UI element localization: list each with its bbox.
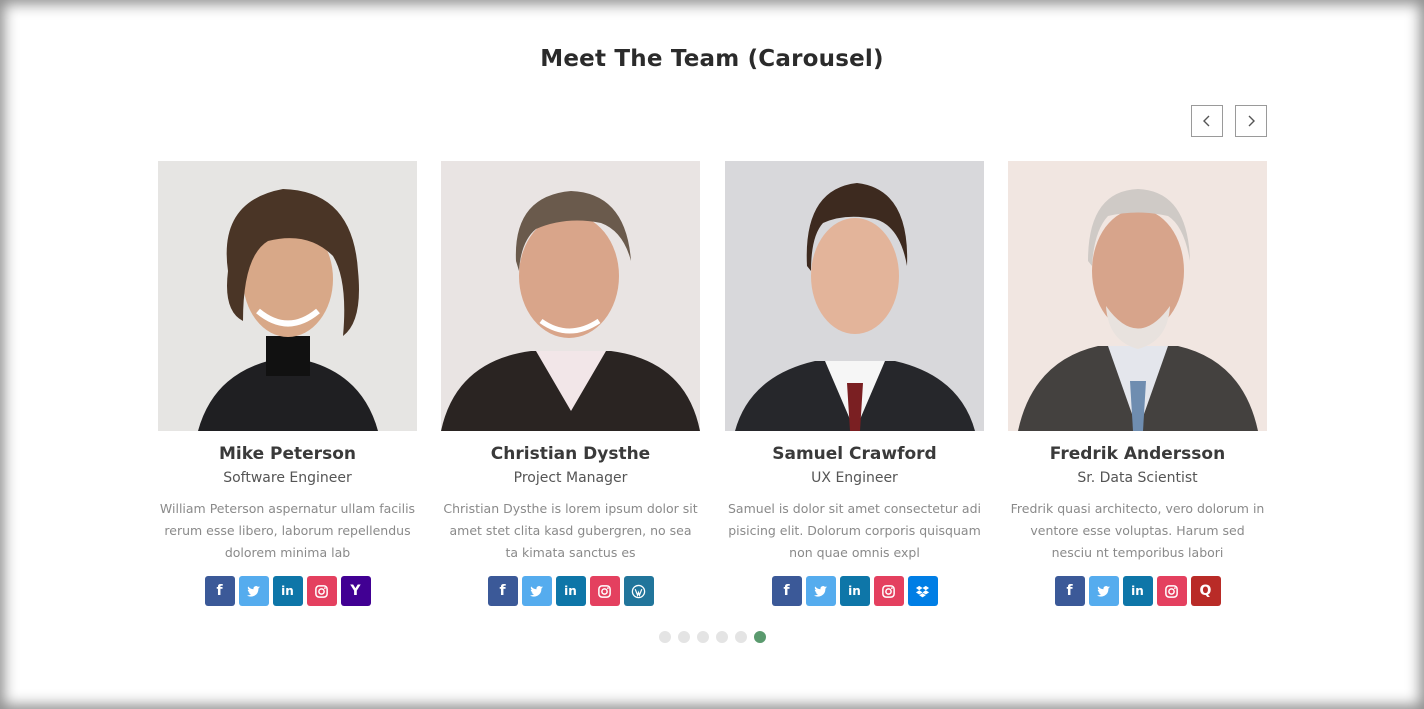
twitter-icon[interactable]	[805, 576, 836, 606]
pagination-dot[interactable]	[658, 631, 671, 643]
member-photo	[158, 161, 417, 431]
chevron-right-icon	[1248, 115, 1255, 127]
member-bio: Samuel is dolor sit amet consectetur adi…	[728, 501, 981, 560]
facebook-icon[interactable]: f	[204, 576, 235, 606]
member-name: Fredrik Andersson	[1049, 444, 1226, 464]
yahoo-icon[interactable]: Y	[340, 576, 371, 606]
social-links: f in Y	[158, 576, 417, 606]
pagination-dot[interactable]	[734, 631, 747, 643]
linkedin-icon[interactable]: in	[555, 576, 586, 606]
twitter-icon[interactable]	[521, 576, 552, 606]
instagram-icon[interactable]	[306, 576, 337, 606]
dropbox-icon[interactable]	[907, 576, 938, 606]
member-name: Mike Peterson	[219, 444, 356, 464]
team-card: Samuel Crawford UX Engineer Samuel is do…	[725, 161, 984, 606]
member-role: UX Engineer	[811, 470, 898, 486]
instagram-icon[interactable]	[1156, 576, 1187, 606]
facebook-icon[interactable]: f	[1054, 576, 1085, 606]
facebook-icon[interactable]: f	[487, 576, 518, 606]
social-links: f in	[725, 576, 984, 606]
section-title: Meet The Team (Carousel)	[540, 46, 884, 72]
member-role: Project Manager	[513, 470, 628, 486]
pagination-dot-active[interactable]	[753, 631, 766, 643]
chevron-left-icon	[1203, 115, 1210, 127]
twitter-icon[interactable]	[1088, 576, 1119, 606]
instagram-icon[interactable]	[873, 576, 904, 606]
member-name: Samuel Crawford	[772, 444, 937, 464]
linkedin-icon[interactable]: in	[1122, 576, 1153, 606]
linkedin-icon[interactable]: in	[839, 576, 870, 606]
instagram-icon[interactable]	[589, 576, 620, 606]
carousel-prev-button[interactable]	[1191, 105, 1223, 137]
member-name: Christian Dysthe	[490, 444, 651, 464]
member-bio: Fredrik quasi architecto, vero dolorum i…	[1010, 501, 1265, 560]
member-photo	[725, 161, 984, 431]
member-photo	[441, 161, 700, 431]
wordpress-icon[interactable]	[623, 576, 654, 606]
social-links: f in Q	[1008, 576, 1267, 606]
member-bio: Christian Dysthe is lorem ipsum dolor si…	[443, 501, 698, 560]
quora-icon[interactable]: Q	[1190, 576, 1221, 606]
pagination-dot[interactable]	[715, 631, 728, 643]
member-role: Sr. Data Scientist	[1077, 470, 1198, 486]
team-card: Mike Peterson Software Engineer William …	[158, 161, 417, 606]
social-links: f in	[441, 576, 700, 606]
facebook-icon[interactable]: f	[771, 576, 802, 606]
member-photo	[1008, 161, 1267, 431]
member-bio: William Peterson aspernatur ullam facili…	[159, 501, 416, 560]
linkedin-icon[interactable]: in	[272, 576, 303, 606]
team-card: Fredrik Andersson Sr. Data Scientist Fre…	[1008, 161, 1267, 606]
carousel-next-button[interactable]	[1235, 105, 1267, 137]
pagination-dot[interactable]	[677, 631, 690, 643]
twitter-icon[interactable]	[238, 576, 269, 606]
pagination-dot[interactable]	[696, 631, 709, 643]
member-role: Software Engineer	[223, 470, 352, 486]
team-card: Christian Dysthe Project Manager Christi…	[441, 161, 700, 606]
carousel-pagination	[0, 631, 1424, 643]
